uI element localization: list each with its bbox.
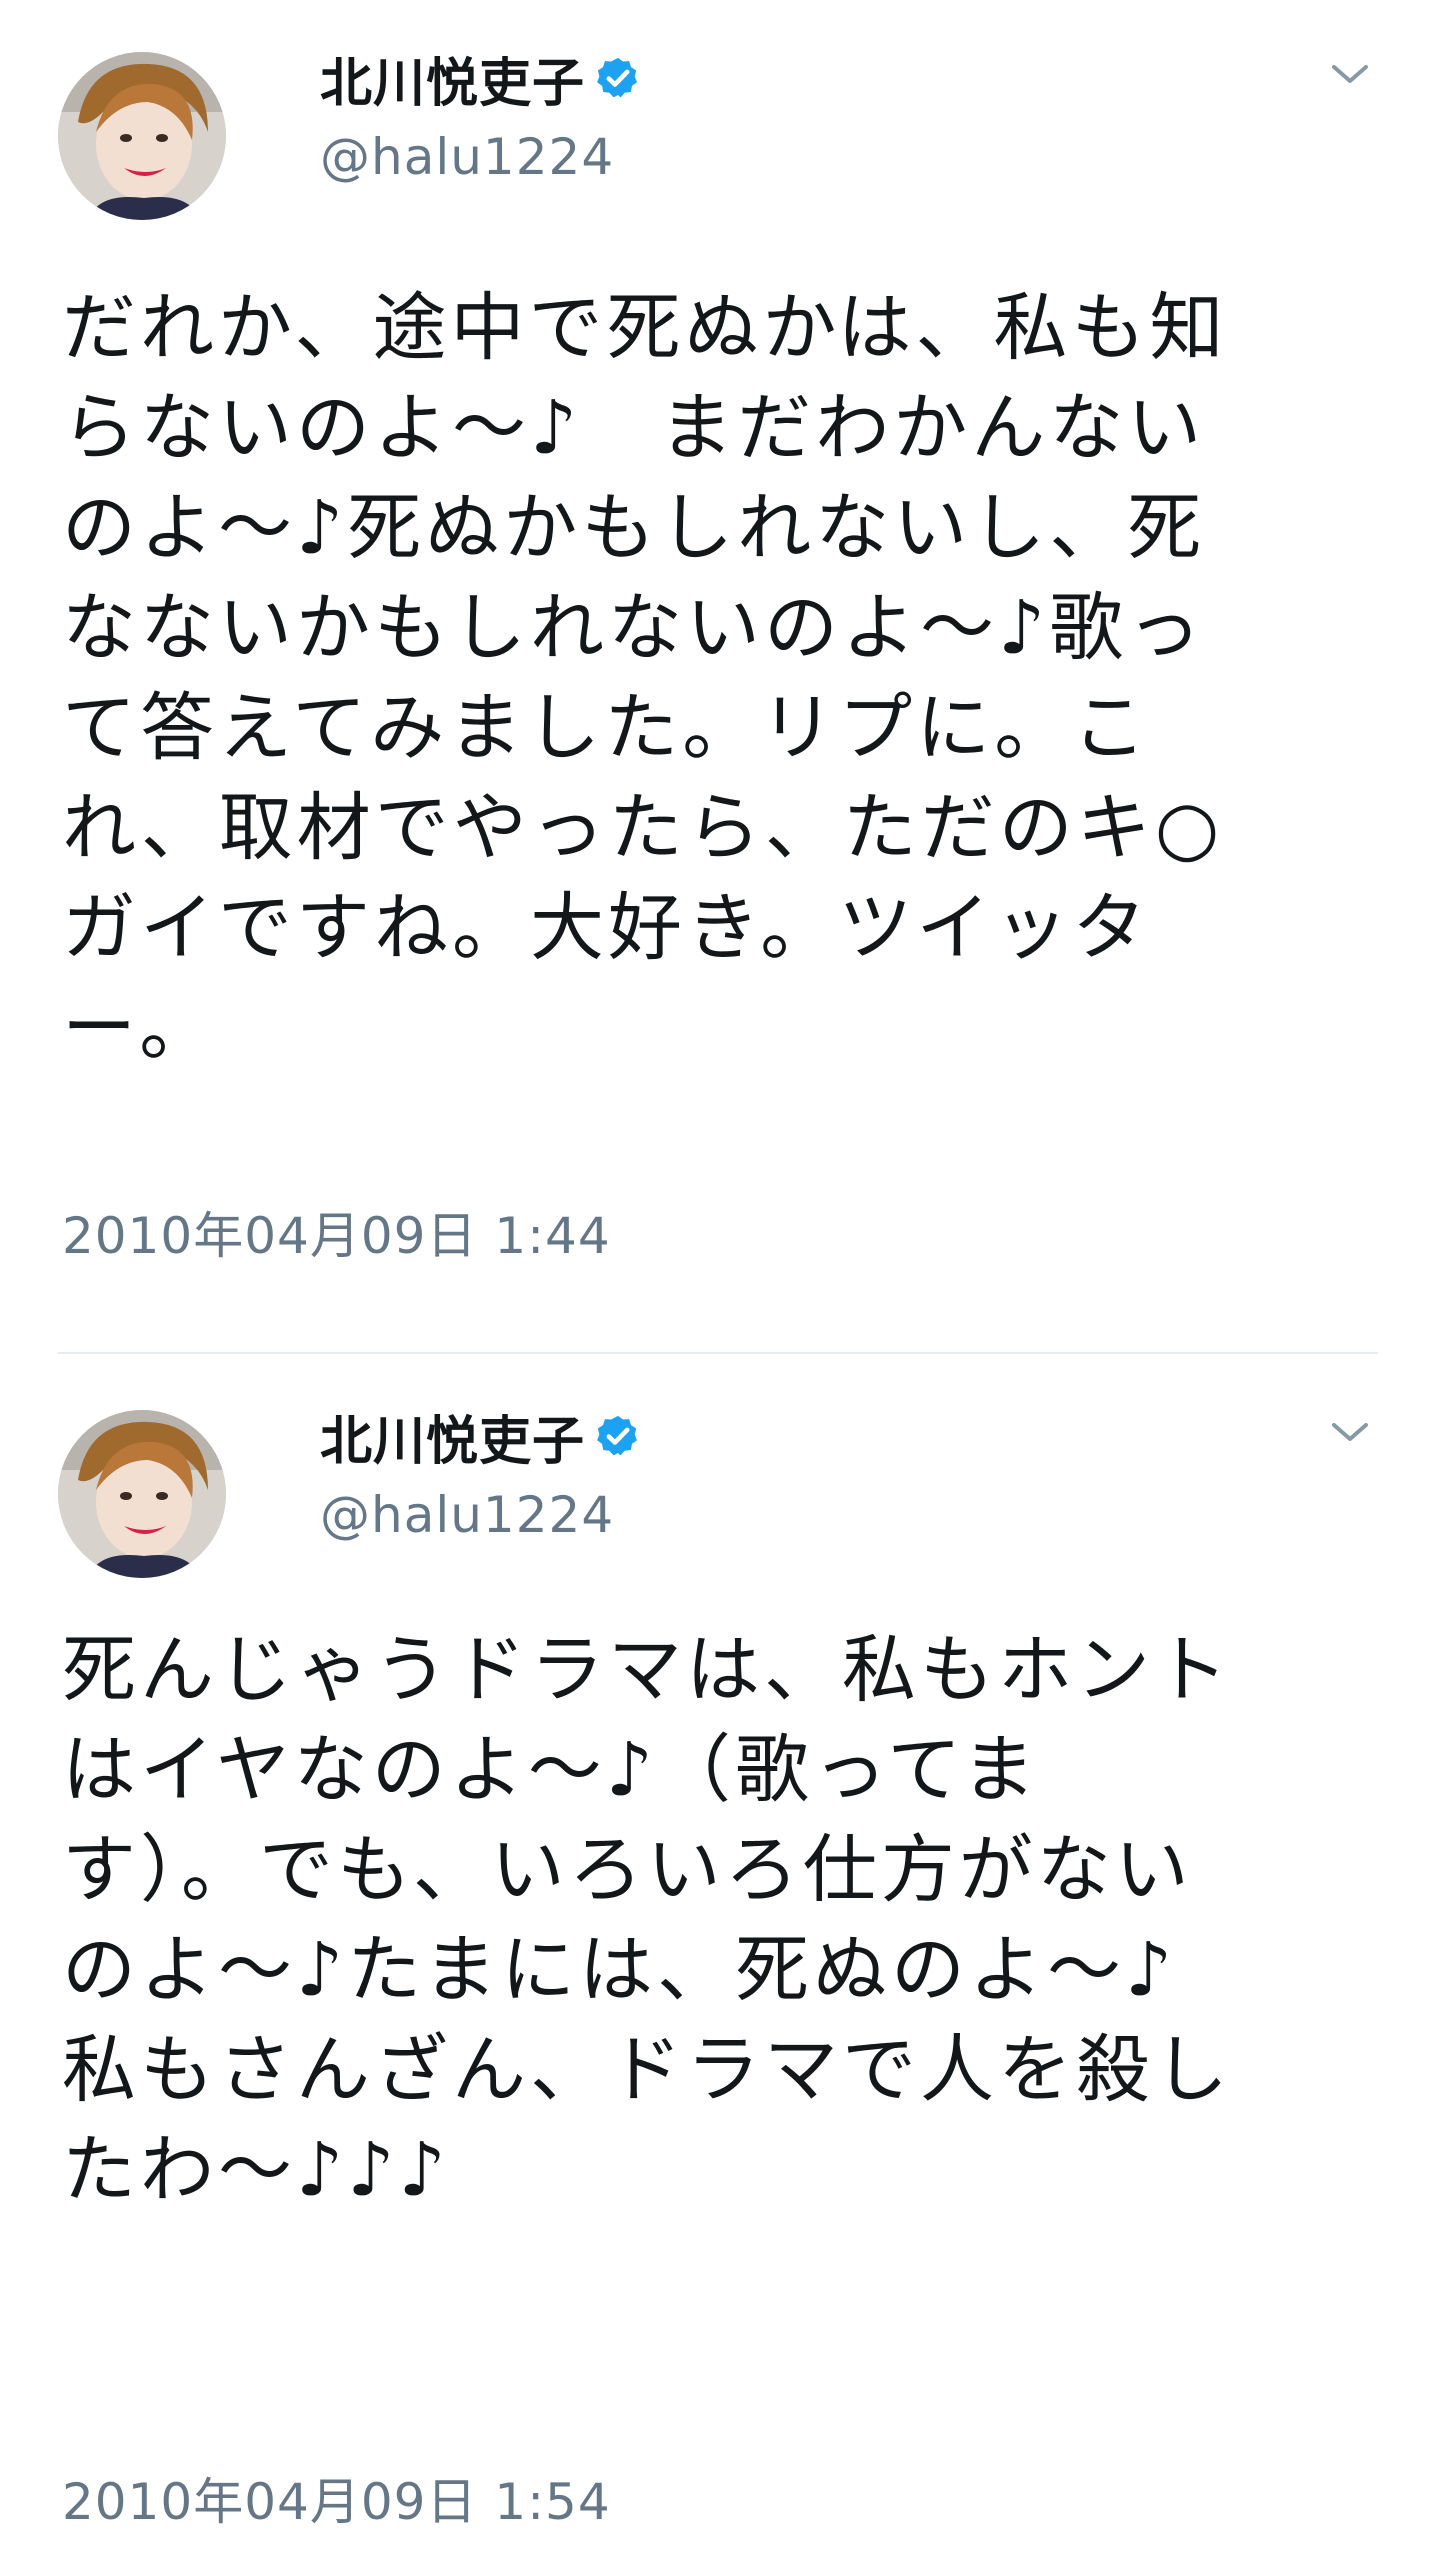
user-handle[interactable]: @halu1224 — [320, 128, 614, 186]
chevron-down-icon — [1332, 1423, 1368, 1441]
tweet-divider — [58, 1352, 1378, 1354]
tweet[interactable]: 北川悦吏子 @halu1224 だれか、途中で死ぬかは、私も知 らないのよ～♪ … — [0, 0, 1438, 1355]
tweet-text: 死んじゃうドラマは、私もホント はイヤなのよ～♪（歌ってま す）。でも、いろいろ… — [62, 1627, 1232, 2213]
verified-badge-icon — [595, 1413, 641, 1459]
user-handle[interactable]: @halu1224 — [320, 1486, 614, 1544]
tweet-timestamp[interactable]: 2010年04月09日 1:44 — [62, 1196, 611, 1268]
chevron-down-icon — [1332, 65, 1368, 83]
tweet-menu-button[interactable] — [1320, 50, 1380, 100]
tweet-timestamp[interactable]: 2010年04月09日 1:54 — [62, 2462, 611, 2534]
avatar[interactable] — [58, 52, 226, 220]
verified-badge-icon — [595, 55, 641, 101]
tweet-menu-button[interactable] — [1320, 1408, 1380, 1458]
tweet-text: だれか、途中で死ぬかは、私も知 らないのよ～♪ まだわかんない のよ～♪死ぬかも… — [62, 285, 1228, 1071]
avatar[interactable] — [58, 1410, 226, 1578]
author-name-row[interactable]: 北川悦吏子 — [320, 1396, 641, 1476]
display-name[interactable]: 北川悦吏子 — [320, 41, 585, 116]
tweet[interactable]: 北川悦吏子 @halu1224 死んじゃうドラマは、私もホント はイヤなのよ～♪… — [0, 1358, 1438, 2560]
display-name[interactable]: 北川悦吏子 — [320, 1399, 585, 1474]
author-name-row[interactable]: 北川悦吏子 — [320, 38, 641, 118]
